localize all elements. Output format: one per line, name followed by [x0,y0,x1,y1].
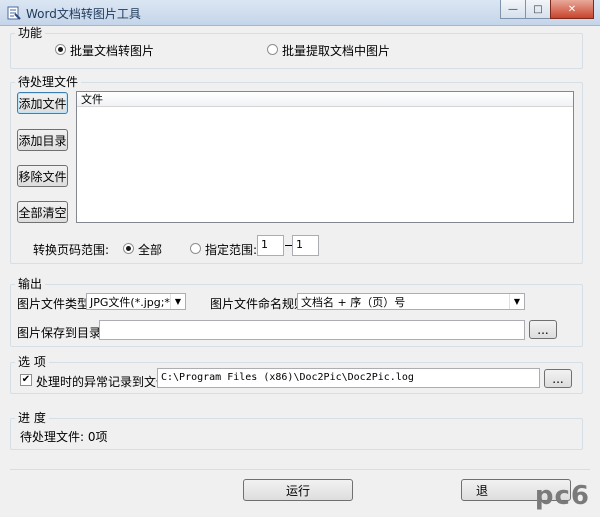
save-dir-input[interactable] [99,320,525,340]
page-range-label: 转换页码范围: [33,243,110,257]
close-icon[interactable]: ✕ [550,0,594,19]
file-list[interactable]: 文件 [76,91,574,223]
radio-batch-extract[interactable] [267,44,278,55]
range-from-input[interactable]: 1 [257,235,284,256]
naming-rule-value: 文档名 + 序（页）号 [301,295,406,309]
naming-rule-label: 图片文件命名规则: [210,297,311,311]
log-path-input[interactable]: C:\Program Files (x86)\Doc2Pic\Doc2Pic.l… [157,368,540,388]
range-to-input[interactable]: 1 [292,235,319,256]
radio-range-specified[interactable] [190,243,201,254]
maximize-icon[interactable]: □ [525,0,551,19]
add-directory-button[interactable]: 添加目录 [17,129,68,151]
naming-rule-select[interactable]: 文档名 + 序（页）号 ▼ [297,293,525,310]
log-path-browse-button[interactable]: ... [544,369,572,388]
add-file-button[interactable]: 添加文件 [17,92,68,114]
footer-divider [10,469,590,470]
range-dash [285,245,292,246]
chevron-down-icon[interactable]: ▼ [509,294,524,309]
progress-group-label: 进 度 [15,411,49,425]
options-group-label: 选 项 [15,355,49,369]
log-errors-checkbox[interactable]: ✔ [20,374,32,386]
checkmark-icon: ✔ [21,374,31,385]
radio-range-all[interactable] [123,243,134,254]
save-dir-browse-button[interactable]: ... [529,320,557,339]
file-list-header[interactable]: 文件 [77,92,573,107]
run-button[interactable]: 运行 [243,479,353,501]
image-type-value: JPG文件(*.jpg;*. [90,295,170,309]
pc6-watermark: pc6 [534,481,590,511]
remove-file-button[interactable]: 移除文件 [17,165,68,187]
radio-range-all-label[interactable]: 全部 [138,241,162,258]
pending-files-group-label: 待处理文件 [15,75,82,89]
save-dir-label: 图片保存到目录: [17,326,106,340]
window-title: Word文档转图片工具 [26,7,141,21]
clear-all-button[interactable]: 全部清空 [17,201,68,223]
progress-status: 待处理文件: 0项 [20,430,108,444]
log-errors-label[interactable]: 处理时的异常记录到文件: [36,373,172,390]
image-type-label: 图片文件类型: [17,297,94,311]
app-icon [6,5,22,21]
window-controls: — □ ✕ [500,0,594,19]
minimize-icon[interactable]: — [500,0,526,19]
function-group-label: 功能 [15,26,46,40]
image-type-select[interactable]: JPG文件(*.jpg;*. ▼ [86,293,186,310]
chevron-down-icon[interactable]: ▼ [170,294,185,309]
radio-range-specified-label[interactable]: 指定范围: [205,241,257,258]
radio-batch-extract-label[interactable]: 批量提取文档中图片 [282,42,390,59]
radio-batch-convert-label[interactable]: 批量文档转图片 [70,42,154,59]
output-group-label: 输出 [15,277,46,291]
radio-batch-convert[interactable] [55,44,66,55]
